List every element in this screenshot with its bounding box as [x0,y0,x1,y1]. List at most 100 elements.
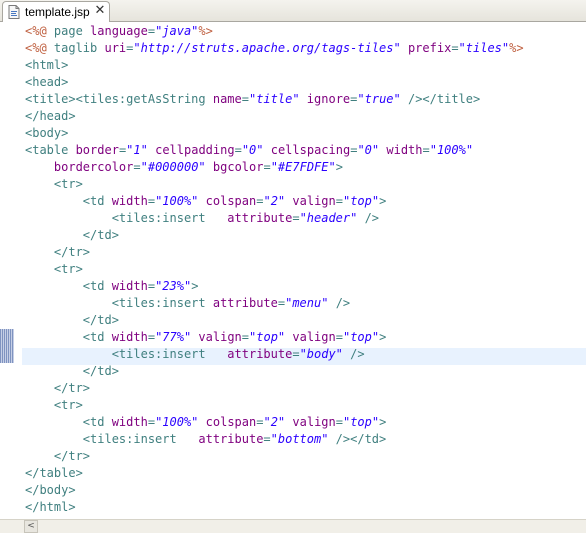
code-line[interactable]: <tiles:insert attribute="body" /> [25,346,524,363]
code-line[interactable]: <td width="77%" valign="top" valign="top… [25,329,524,346]
code-token: <%@ [25,24,54,38]
code-line[interactable]: </tr> [25,448,524,465]
code-line[interactable]: <td width="23%"> [25,278,524,295]
code-line[interactable]: <tiles:insert attribute="bottom" /></td> [25,431,524,448]
code-token: > [379,194,387,208]
code-token: = [241,92,249,106]
code-token: <title><tiles:getAsString [25,92,213,106]
code-line[interactable]: </td> [25,363,524,380]
code-token: = [241,330,250,344]
code-token: border [75,143,119,157]
code-token: = [147,279,156,293]
code-token: <tiles:insert [25,211,228,225]
code-token: = [147,194,156,208]
code-token: "title" [248,92,300,106]
code-line[interactable]: <html> [25,57,524,74]
code-token: /></td> [328,432,387,446]
code-line[interactable]: <table border="1" cellpadding="0" cellsp… [25,142,524,159]
code-line[interactable]: <title><tiles:getAsString name="title" i… [25,91,524,108]
code-line[interactable]: </td> [25,312,524,329]
code-line[interactable]: <tiles:insert attribute="header" /> [25,210,524,227]
code-line[interactable]: </html> [25,499,524,516]
code-token: "top" [342,330,380,344]
code-line[interactable]: <%@ page language="java"%> [25,23,524,40]
code-token: = [292,347,300,361]
code-line[interactable]: <tr> [25,397,524,414]
code-token: valign [292,415,336,429]
code-token: </td> [25,313,119,327]
code-token: = [335,330,343,344]
code-line[interactable]: </tr> [25,244,524,261]
code-token: width [111,279,148,293]
code-token: prefix [407,41,452,55]
code-token: = [133,160,141,174]
code-line[interactable]: </td> [25,227,524,244]
code-token: </tr> [25,449,91,463]
code-token: = [335,194,343,208]
code-line[interactable]: </body> [25,482,524,499]
code-token: = [234,143,242,157]
code-token: <body> [25,126,69,140]
code-line[interactable]: <tiles:insert attribute="menu" /> [25,295,524,312]
code-token: "java" [155,24,199,38]
code-token: colspan [205,415,257,429]
code-token: width [111,194,148,208]
code-token: cellspacing [270,143,351,157]
code-token: = [147,415,156,429]
code-token: > [335,160,343,174]
code-token: "77%" [155,330,192,344]
code-token: width [111,415,148,429]
code-token: "0" [357,143,380,157]
scroll-left-button[interactable]: < [24,520,38,533]
code-token: "bottom" [270,432,329,446]
code-token: "#000000" [140,160,206,174]
source-code[interactable]: <%@ page language="java"%> <%@ taglib uri… [25,23,524,516]
code-token: <tr> [25,262,83,276]
code-token: %> [198,24,213,38]
code-line[interactable]: <body> [25,125,524,142]
code-token: language [90,24,148,38]
code-line[interactable]: </tr> [25,380,524,397]
code-token: "top" [342,415,380,429]
code-token: "header" [299,211,358,225]
code-token: <tr> [25,177,83,191]
close-tab-icon[interactable]: ✕ [93,4,107,18]
code-token: </head> [25,109,76,123]
horizontal-scrollbar[interactable]: < [0,519,586,533]
code-token: colspan [205,194,257,208]
code-token: <td [25,194,112,208]
code-token: attribute [227,347,293,361]
code-line[interactable]: </table> [25,465,524,482]
code-token: valign [198,330,242,344]
code-line[interactable]: <tr> [25,176,524,193]
code-token: "top" [342,194,380,208]
code-line[interactable]: <td width="100%" colspan="2" valign="top… [25,193,524,210]
code-token: <td [25,330,112,344]
code-token: "100%" [155,415,199,429]
code-token: <tiles:insert [25,296,213,310]
code-line[interactable]: <%@ taglib uri = "http://struts.apache.org… [25,40,524,57]
code-line[interactable]: <head> [25,74,524,91]
tab-template-jsp[interactable]: template.jsp ✕ [2,1,110,22]
code-token: <td [25,415,112,429]
code-editor[interactable]: <%@ page language="java"%> <%@ taglib uri… [0,23,586,519]
code-token: "#E7FDFE" [270,160,336,174]
code-token: <tr> [25,398,83,412]
code-line[interactable]: <tr> [25,261,524,278]
code-line[interactable]: <td width="100%" colspan="2" valign="top… [25,414,524,431]
code-line[interactable]: bordercolor="#000000" bgcolor="#E7FDFE"> [25,159,524,176]
code-token: width [111,330,148,344]
code-token: page [53,24,91,38]
code-line[interactable]: </head> [25,108,524,125]
code-token: = [147,24,156,38]
code-token: <td [25,279,112,293]
code-token: </html> [25,500,76,514]
tab-label: template.jsp [25,5,90,19]
code-token: > [379,415,387,429]
code-token: </td> [25,228,119,242]
